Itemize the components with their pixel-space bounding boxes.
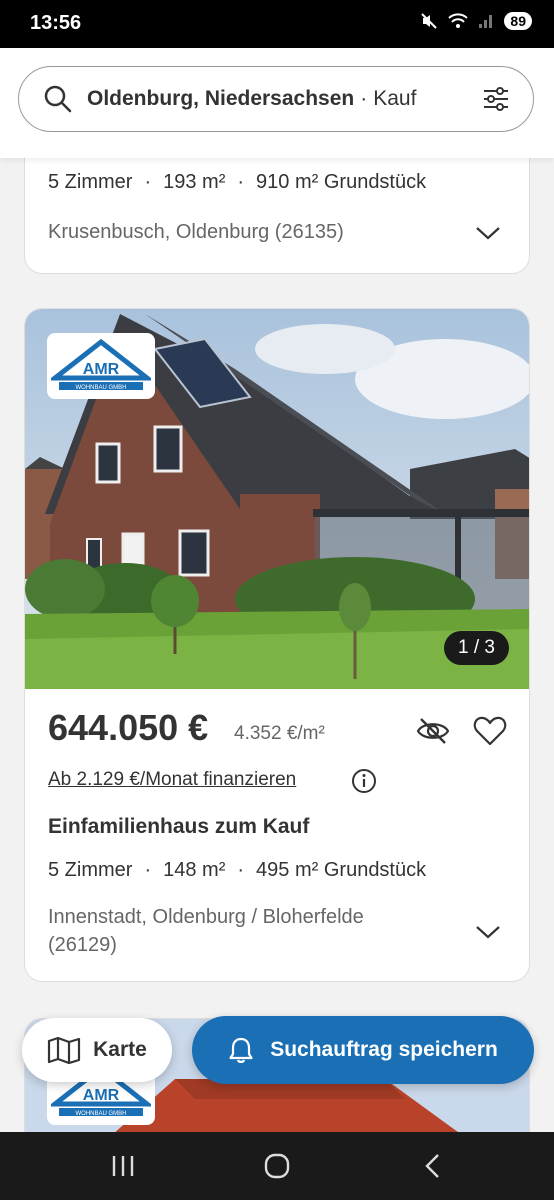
status-icons: 89 (420, 12, 532, 30)
agency-logo-image: AMR WOHNBAU GMBH (51, 338, 151, 391)
chevron-down-icon[interactable] (475, 224, 501, 242)
rooms: 5 Zimmer (48, 859, 133, 881)
fact-separator: · (237, 171, 245, 193)
map-button[interactable]: Karte (22, 1018, 172, 1082)
listing-title: Einfamilienhaus zum Kauf (48, 815, 310, 838)
financing-link[interactable]: Ab 2.129 €/Monat finanzieren (48, 769, 296, 791)
fact-separator: · (144, 171, 152, 193)
agency-logo-text: AMR (83, 361, 120, 378)
agency-logo-subtext: WOHNBAU GMBH (76, 1111, 127, 1117)
heart-icon[interactable] (473, 715, 507, 747)
search-bar[interactable]: Oldenburg, Niedersachsen · Kauf (18, 66, 534, 132)
listing-card[interactable]: AMR WOHNBAU GMBH 1 / 3 644.050 € 4.352 €… (24, 308, 530, 982)
map-label: Karte (93, 1038, 147, 1061)
back-icon[interactable] (418, 1152, 448, 1180)
mute-icon (421, 13, 438, 29)
map-icon (48, 1036, 81, 1064)
battery-indicator: 89 (504, 12, 532, 30)
search-header: Oldenburg, Niedersachsen · Kauf (0, 48, 554, 158)
price-per-sqm: 4.352 €/m² (234, 723, 325, 744)
search-separator: · (360, 87, 368, 110)
save-search-button[interactable]: Suchauftrag speichern (192, 1016, 534, 1084)
fact-separator: · (144, 859, 152, 881)
search-icon (44, 85, 72, 113)
agency-logo-subtext: WOHNBAU GMBH (76, 385, 127, 391)
listing-price: 644.050 € (48, 707, 209, 748)
status-time: 13:56 (30, 12, 82, 34)
listing-facts: 5 Zimmer · 193 m² · 910 m² Grundstück (48, 171, 426, 194)
plot-area: 495 m² Grundstück (256, 859, 427, 881)
listing-card[interactable]: 5 Zimmer · 193 m² · 910 m² Grundstück Kr… (24, 140, 530, 274)
system-nav-bar (0, 1132, 554, 1200)
listing-facts: 5 Zimmer · 148 m² · 495 m² Grundstück (48, 859, 426, 882)
plot-area: 910 m² Grundstück (256, 171, 427, 193)
listing-location: Innenstadt, Oldenburg / Bloherfelde (261… (48, 906, 364, 956)
listing-photo[interactable]: AMR WOHNBAU GMBH 1 / 3 (25, 309, 529, 689)
status-bar: 13:56 89 (0, 0, 554, 48)
info-icon[interactable] (351, 768, 377, 794)
search-location: Oldenburg, Niedersachsen (87, 87, 355, 110)
agency-logo-text: AMR (83, 1087, 120, 1104)
wifi-icon (448, 13, 469, 28)
listing-location: Krusenbusch, Oldenburg (26135) (48, 221, 344, 243)
living-area: 148 m² (163, 859, 226, 881)
living-area: 193 m² (163, 171, 226, 193)
search-mode: Kauf (373, 87, 417, 110)
fact-separator: · (237, 859, 245, 881)
hide-listing-icon[interactable] (415, 713, 451, 749)
photo-counter: 1 / 3 (444, 631, 509, 665)
filter-icon[interactable] (481, 84, 511, 114)
rooms: 5 Zimmer (48, 171, 133, 193)
agency-logo: AMR WOHNBAU GMBH (47, 333, 155, 399)
bell-icon (229, 1037, 253, 1063)
signal-icon (479, 15, 493, 28)
chevron-down-icon[interactable] (475, 923, 501, 941)
home-icon[interactable] (262, 1152, 292, 1180)
save-search-label: Suchauftrag speichern (270, 1038, 498, 1061)
recent-apps-icon[interactable] (108, 1152, 138, 1180)
